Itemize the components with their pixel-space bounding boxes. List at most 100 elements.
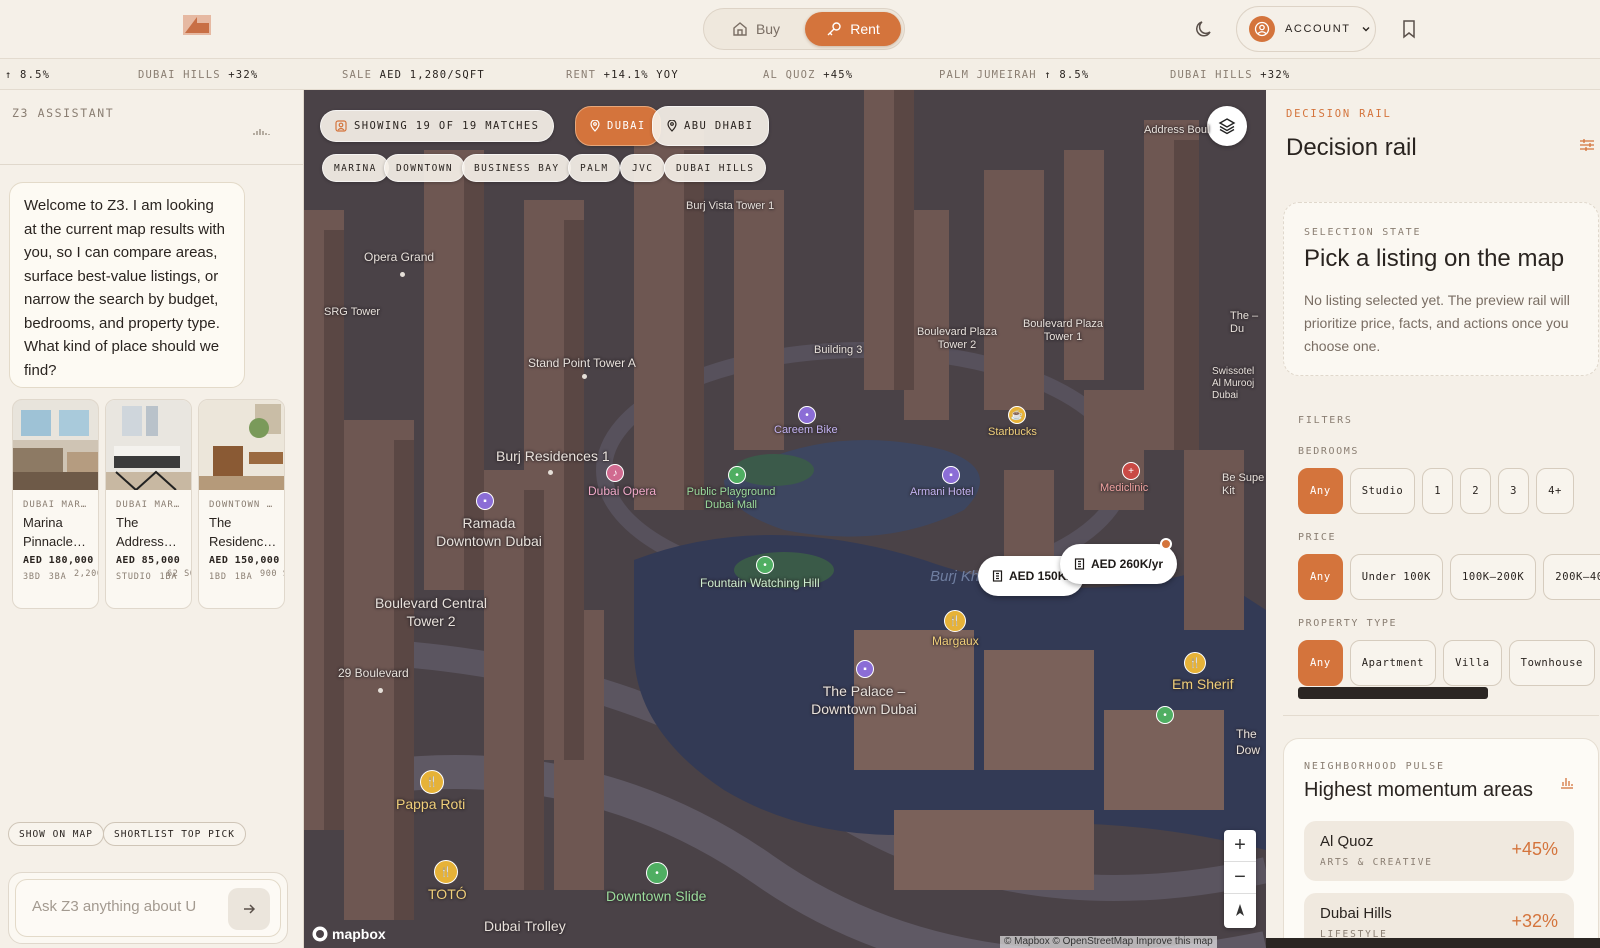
ticker-item: PALM JUMEIRAH ↑ 8.5% — [939, 69, 1090, 81]
bedrooms-any-option[interactable]: Any — [1298, 468, 1343, 514]
ticker-item: DUBAI HILLS +32% — [1170, 69, 1291, 81]
ticker-item: DUBAI HILLS +32% — [138, 69, 259, 81]
hotel-icon[interactable]: ▪ — [942, 466, 960, 484]
selected-listing-marker[interactable] — [1160, 538, 1172, 550]
divider — [0, 164, 304, 165]
bike-icon[interactable]: • — [798, 406, 816, 424]
price-200k-400k-option[interactable]: 200K–400K — [1543, 554, 1600, 600]
price-under-100k-option[interactable]: Under 100K — [1349, 554, 1443, 600]
listing-card[interactable]: DUBAI MAR… Marina Pinnacle… AED 180,000 … — [12, 399, 99, 609]
dark-mode-moon-icon[interactable] — [1193, 18, 1215, 40]
chat-composer — [8, 872, 288, 944]
pulse-eyebrow: NEIGHBORHOOD PULSE — [1304, 761, 1445, 772]
send-button[interactable] — [228, 888, 270, 930]
type-any-option[interactable]: Any — [1298, 640, 1343, 686]
hospital-icon[interactable]: + — [1122, 462, 1140, 480]
listing-card[interactable]: DUBAI MAR… The Address… AED 85,000 STUDI… — [105, 399, 192, 609]
audio-wave-icon[interactable] — [252, 127, 272, 137]
listing-photo — [106, 400, 191, 490]
listing-cards: DUBAI MAR… Marina Pinnacle… AED 180,000 … — [12, 399, 292, 699]
map-label: Swissotel Al Murooj Dubai — [1212, 366, 1255, 401]
map-view[interactable]: SHOWING 19 OF 19 MATCHES DUBAI ABU DHABI… — [304, 90, 1266, 948]
assistant-panel: Z3 ASSISTANT Welcome to Z3. I am looking… — [0, 90, 304, 948]
listing-name: The Residenc… — [209, 515, 277, 549]
arrow-right-icon — [244, 904, 256, 914]
neighborhood-pulse-card: NEIGHBORHOOD PULSE Highest momentum area… — [1283, 738, 1599, 948]
z3-logo-icon[interactable] — [183, 15, 211, 35]
city-chip-abu-dhabi[interactable]: ABU DHABI — [652, 106, 769, 146]
playground-icon[interactable]: • — [728, 466, 746, 484]
chat-input-box — [15, 879, 281, 937]
restaurant-icon[interactable]: 🍴 — [420, 770, 444, 794]
restaurant-icon[interactable]: 🍴 — [434, 860, 458, 884]
area-chip-marina[interactable]: MARINA — [322, 154, 389, 182]
show-on-map-button[interactable]: SHOW ON MAP — [8, 822, 104, 846]
restaurant-icon[interactable]: 🍴 — [1184, 652, 1206, 674]
hotel-icon[interactable]: ▪ — [476, 492, 494, 510]
map-label: Em Sherif — [1172, 676, 1234, 692]
horizontal-scrollbar[interactable] — [1298, 687, 1488, 699]
area-chip-downtown[interactable]: DOWNTOWN — [384, 154, 465, 182]
theater-icon[interactable]: ♪ — [606, 464, 624, 482]
map-attribution[interactable]: © Mapbox © OpenStreetMap Improve this ma… — [1000, 936, 1217, 948]
rent-mode-button[interactable]: Rent — [805, 12, 901, 46]
bedrooms-3-option[interactable]: 3 — [1498, 468, 1530, 514]
key-icon — [827, 22, 841, 36]
area-chip-business-bay[interactable]: BUSINESS BAY — [462, 154, 572, 182]
map-label: Dubai Opera — [588, 484, 657, 498]
bottom-scrollbar[interactable] — [1266, 938, 1600, 948]
area-name: Dubai Hills — [1320, 905, 1392, 922]
bedrooms-2-option[interactable]: 2 — [1460, 468, 1492, 514]
map-pin — [400, 272, 405, 277]
zoom-out-button[interactable]: − — [1224, 862, 1256, 894]
hotel-icon[interactable]: ▪ — [856, 660, 874, 678]
home-icon — [733, 22, 747, 36]
pulse-title: Highest momentum areas — [1304, 779, 1533, 801]
price-100k-200k-option[interactable]: 100K–200K — [1449, 554, 1537, 600]
buy-mode-button[interactable]: Buy — [718, 12, 794, 46]
account-menu-button[interactable]: ACCOUNT — [1236, 6, 1376, 52]
bar-chart-icon[interactable] — [1560, 775, 1574, 789]
momentum-area-row[interactable]: Al Quoz ARTS & CREATIVE +45% — [1304, 821, 1574, 881]
viewpoint-icon[interactable]: • — [756, 556, 774, 574]
cafe-icon[interactable]: ☕ — [1008, 406, 1026, 424]
top-header: Buy Rent ACCOUNT — [0, 0, 1600, 58]
chat-input[interactable] — [32, 898, 197, 915]
listing-price-pin[interactable]: AED 260K/yr — [1060, 544, 1178, 584]
zoom-in-button[interactable]: + — [1224, 830, 1256, 862]
map-label: Boulevard Central Tower 2 — [374, 595, 488, 629]
mapbox-logo[interactable]: mapbox — [312, 926, 386, 942]
park-icon[interactable]: • — [1156, 706, 1174, 724]
bedrooms-4plus-option[interactable]: 4+ — [1536, 468, 1574, 514]
area-chip-dubai-hills[interactable]: DUBAI HILLS — [664, 154, 767, 182]
listing-card[interactable]: DOWNTOWN … The Residenc… AED 150,000 1BD… — [198, 399, 285, 609]
type-townhouse-option[interactable]: Townhouse — [1508, 640, 1595, 686]
type-apartment-option[interactable]: Apartment — [1349, 640, 1437, 686]
market-ticker: ↑ 8.5% DUBAI HILLS +32% SALE AED 1,280/S… — [0, 58, 1600, 90]
map-label: Mediclinic — [1100, 482, 1149, 494]
area-chip-jvc[interactable]: JVC — [620, 154, 666, 182]
bookmark-icon[interactable] — [1400, 18, 1418, 40]
map-pin — [378, 688, 383, 693]
map-layers-button[interactable] — [1207, 106, 1247, 146]
sliders-icon[interactable] — [1579, 138, 1595, 152]
map-label: Pappa Roti — [396, 796, 466, 812]
bedrooms-1-option[interactable]: 1 — [1422, 468, 1454, 514]
restaurant-icon[interactable]: 🍴 — [944, 610, 966, 632]
map-label: Public Playground Dubai Mall — [686, 486, 776, 511]
search-person-icon — [335, 120, 347, 132]
type-villa-option[interactable]: Villa — [1443, 640, 1502, 686]
price-any-option[interactable]: Any — [1298, 554, 1343, 600]
listing-photo — [13, 400, 98, 490]
slide-icon[interactable]: • — [646, 862, 668, 884]
bedrooms-studio-option[interactable]: Studio — [1349, 468, 1416, 514]
map-pin — [548, 470, 553, 475]
map-label: Fountain Watching Hill — [700, 576, 820, 590]
buy-rent-toggle: Buy Rent — [703, 8, 905, 50]
map-label: Building 3 — [814, 344, 863, 356]
compass-button[interactable] — [1224, 894, 1256, 926]
price-label: PRICE — [1298, 532, 1337, 543]
area-chip-palm[interactable]: PALM — [568, 154, 621, 182]
shortlist-top-pick-button[interactable]: SHORTLIST TOP PICK — [103, 822, 246, 846]
city-chip-dubai[interactable]: DUBAI — [575, 106, 661, 146]
